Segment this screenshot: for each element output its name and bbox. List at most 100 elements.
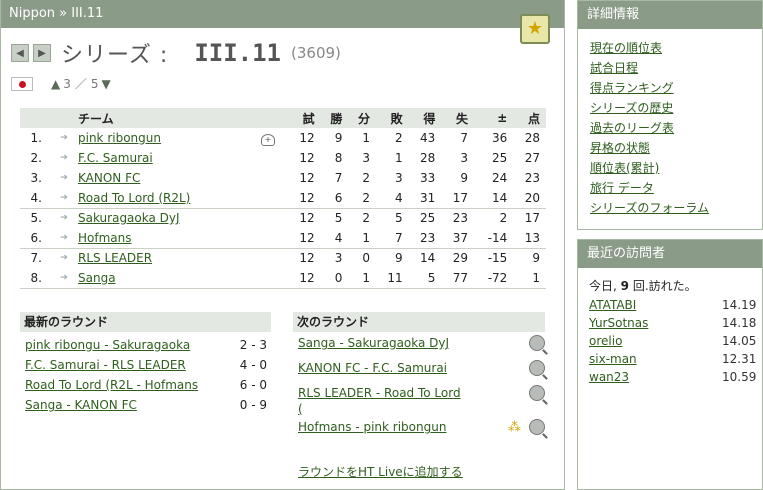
team-link[interactable]: Hofmans: [78, 231, 132, 245]
team-cell: pink ribongun: [78, 128, 248, 148]
visitor-link[interactable]: wan23: [589, 368, 629, 386]
goals-against-cell: 23: [452, 211, 468, 226]
list-item: wan23 10.59: [589, 368, 762, 386]
games-cell: 12: [288, 228, 321, 249]
details-link[interactable]: 得点ランキング: [590, 81, 674, 95]
trend-arrow-icon: ➔: [60, 133, 68, 143]
magnifier-icon[interactable]: [529, 360, 545, 376]
favorite-star-icon[interactable]: ★: [520, 14, 550, 44]
team-link[interactable]: KANON FC: [78, 171, 140, 185]
match-link[interactable]: KANON FC - F.C. Samurai: [298, 360, 463, 376]
points-cell: 20: [513, 188, 546, 209]
draws-cell: 2: [362, 211, 370, 226]
visit-time: 14.18: [722, 316, 757, 330]
standings-header-row: チーム 試 勝 分 敗 得 失 ± 点: [20, 108, 546, 128]
magnifier-icon[interactable]: [529, 385, 545, 401]
goal-diff-cell: 24: [492, 171, 508, 185]
manager-icon-cell: +: [248, 128, 288, 148]
list-item: シリーズのフォーラム: [590, 198, 762, 218]
details-link[interactable]: 試合日程: [590, 61, 638, 75]
list-item: pink ribongu - Sakuragaoka 2 - 3: [20, 335, 271, 355]
standings-body: 1. ➔ pink ribongun +12 9 1 2 43 7 36 28 2. ➔ F.C. Sam…: [20, 128, 546, 289]
list-item: orelio 14.05: [589, 332, 762, 350]
team-link[interactable]: pink ribongun: [78, 131, 161, 145]
details-link[interactable]: シリーズの歴史: [590, 101, 673, 115]
team-link[interactable]: Road To Lord (R2L): [78, 191, 190, 205]
losses-cell: 3: [395, 171, 403, 185]
goal-diff-cell: -15: [487, 251, 508, 266]
japan-flag-icon[interactable]: [11, 76, 33, 91]
visitor-link[interactable]: YurSotnas: [589, 314, 648, 332]
position-cell: 6.: [20, 228, 50, 249]
add-round-to-live-link[interactable]: ラウンドをHT Liveに追加する: [298, 463, 463, 480]
manager-icon-cell: [248, 168, 288, 188]
goals-for-cell: 43: [420, 131, 436, 145]
list-item: YurSotnas 14.18: [589, 314, 762, 332]
manager-icon-cell: [248, 188, 288, 209]
details-link[interactable]: 現在の順位表: [590, 41, 662, 55]
visit-time: 10.59: [722, 370, 757, 384]
match-link[interactable]: pink ribongu - Sakuragaoka: [25, 335, 190, 355]
team-link[interactable]: RLS LEADER: [78, 251, 152, 265]
visitor-link[interactable]: orelio: [589, 332, 622, 350]
position-cell: 2.: [30, 151, 42, 165]
live-icon[interactable]: ⁂: [508, 420, 521, 435]
match-link[interactable]: Sanga - KANON FC: [25, 395, 137, 415]
pos-header: [20, 108, 50, 128]
match-score: 4 - 0: [239, 358, 267, 372]
next-round-list: Sanga - Sakuragaoka DyJ KANON FC - F.C. S…: [293, 335, 545, 444]
series-id: (3609): [291, 44, 341, 62]
games-cell: 12: [288, 268, 321, 289]
trend-arrow-icon: ➔: [50, 188, 78, 209]
list-item: 順位表(累計): [590, 158, 762, 178]
match-link[interactable]: Road To Lord (R2L - Hofmans: [25, 375, 198, 395]
next-series-button[interactable]: ▶: [33, 44, 51, 62]
trend-arrow-icon: ➔: [50, 228, 78, 249]
visitor-link[interactable]: six-man: [589, 350, 637, 368]
team-link[interactable]: F.C. Samurai: [78, 151, 153, 165]
team-link[interactable]: Sanga: [78, 271, 116, 285]
goal-diff-cell: 36: [492, 131, 508, 145]
goal-diff-cell: 2: [499, 211, 508, 226]
team-cell: KANON FC: [78, 168, 248, 188]
details-link[interactable]: 過去のリーグ表: [590, 121, 674, 135]
details-link[interactable]: 旅行 データ: [590, 181, 654, 195]
match-link[interactable]: Hofmans - pink ribongun: [298, 419, 463, 435]
team-link[interactable]: Sakuragaoka DyJ: [78, 211, 180, 225]
goals-for-cell: 28: [420, 151, 436, 165]
goal-diff-cell: 14: [474, 188, 514, 209]
list-item: Road To Lord (R2L - Hofmans 6 - 0: [20, 375, 271, 395]
trend-arrow-icon: ➔: [60, 173, 68, 183]
visitor-link[interactable]: ATATABI: [589, 296, 636, 314]
match-link[interactable]: Sanga - Sakuragaoka DyJ: [298, 335, 463, 351]
details-link[interactable]: 昇格の状態: [590, 141, 650, 155]
goals-for-cell: 25: [420, 211, 436, 226]
series-header: ◀ ▶ シリーズ : III.11 (3609): [11, 38, 341, 68]
supporter-icon[interactable]: +: [261, 133, 275, 146]
level-info: ▲ 3 ／ 5 ▼: [11, 75, 111, 92]
losses-cell: 11: [375, 268, 409, 289]
list-item: Sanga - KANON FC 0 - 9: [20, 395, 271, 415]
magnifier-icon[interactable]: [529, 419, 545, 435]
details-link[interactable]: シリーズのフォーラム: [590, 201, 709, 215]
details-link[interactable]: 順位表(累計): [590, 161, 659, 175]
visit-time: 14.05: [722, 334, 757, 348]
level-up-icon[interactable]: ▲: [51, 77, 60, 91]
breadcrumb: Nippon » III.11: [1, 0, 564, 28]
arrow-header: [50, 108, 78, 128]
points-cell: 27: [524, 151, 540, 165]
d-header: 分: [348, 108, 376, 128]
table-row: 5. ➔ Sakuragaoka DyJ 12 5 2 5 25 23 2 17: [20, 208, 546, 228]
goals-against-cell: 17: [441, 188, 474, 209]
level-down-icon[interactable]: ▼: [102, 77, 111, 91]
position-cell: 8.: [20, 268, 50, 289]
wins-cell: 0: [320, 268, 349, 289]
match-link[interactable]: RLS LEADER - Road To Lord (: [298, 385, 463, 417]
visit-count-suffix: 回.訪れた。: [629, 279, 697, 293]
points-cell: 1: [513, 268, 546, 289]
match-link[interactable]: F.C. Samurai - RLS LEADER: [25, 355, 186, 375]
previous-series-button[interactable]: ◀: [11, 44, 29, 62]
details-title: 詳細情報: [578, 1, 762, 29]
goals-for-cell: 33: [420, 171, 436, 185]
magnifier-icon[interactable]: [529, 335, 545, 351]
